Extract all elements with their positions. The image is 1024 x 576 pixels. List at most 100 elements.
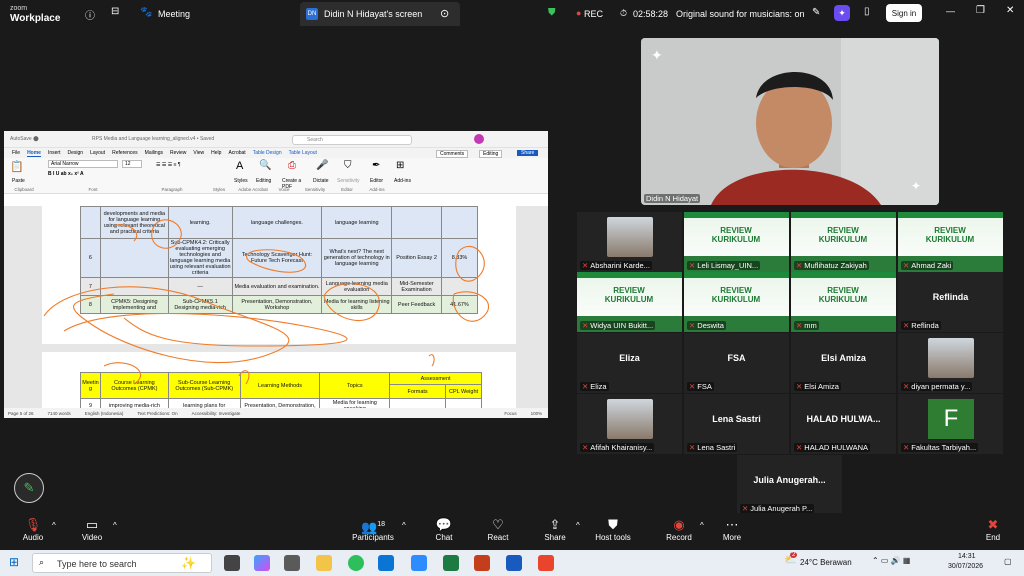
participant-tile[interactable]: REVIEW KURIKULUM ✕ Ahmad Zaki xyxy=(898,212,1003,272)
host-tools-button[interactable]: ⛊ Host tools xyxy=(588,517,638,542)
share-options-icon[interactable]: ^ xyxy=(576,521,580,530)
participants-button[interactable]: 👥18 Participants xyxy=(348,517,398,542)
more-button[interactable]: ⋯ More xyxy=(707,517,757,542)
participants-options-icon[interactable]: ^ xyxy=(402,521,406,530)
windows-start-icon[interactable]: ⊞ xyxy=(9,555,19,569)
tab-screen[interactable]: DN Didin N Hidayat's screen ⊙ xyxy=(300,2,460,26)
participant-tile[interactable]: Elsi Amiza ✕ Elsi Amiza xyxy=(791,333,896,393)
panel-icon[interactable]: ▯ xyxy=(864,6,870,17)
participant-tile[interactable]: HALAD HULWA... ✕ HALAD HULWANA xyxy=(791,394,896,454)
user-avatar[interactable] xyxy=(474,134,484,144)
word-menu-item[interactable]: File xyxy=(12,150,20,156)
addins-icon[interactable]: ⊞ xyxy=(396,160,404,171)
word-menu-item[interactable]: Acrobat xyxy=(228,150,245,156)
chat-button[interactable]: 💬 Chat xyxy=(419,517,469,542)
participant-tile[interactable]: Lena Sastri ✕ Lena Sastri xyxy=(684,394,789,454)
participant-tile[interactable]: Reflinda ✕ Reflinda xyxy=(898,272,1003,332)
file-explorer-icon[interactable] xyxy=(316,555,332,571)
powerpoint-icon[interactable] xyxy=(474,555,490,571)
clock-date[interactable]: 30/07/2026 xyxy=(948,563,983,570)
sound-label[interactable]: Original sound for musicians: on xyxy=(676,9,805,19)
weather-text[interactable]: 24°C Berawan xyxy=(800,558,852,567)
record-options-icon[interactable]: ^ xyxy=(700,521,704,530)
styles-icon[interactable]: A xyxy=(236,160,243,172)
word-menu-item[interactable]: Table Layout xyxy=(289,150,317,156)
taskbar-search[interactable]: ⌕ Type here to search ✨ xyxy=(32,553,212,573)
participant-tile[interactable]: FSA ✕ FSA xyxy=(684,333,789,393)
word-menu-item[interactable]: Home xyxy=(27,150,41,157)
word-icon[interactable] xyxy=(506,555,522,571)
word-menu-item[interactable]: References xyxy=(112,150,138,156)
participant-tile[interactable]: REVIEW KURIKULUM ✕ Muflihatuz Zakiyah xyxy=(791,212,896,272)
share-button[interactable]: ⇪ Share xyxy=(530,517,580,542)
word-menu-item[interactable]: Design xyxy=(67,150,83,156)
sensitivity-icon[interactable]: ⛉ xyxy=(344,160,352,171)
react-button[interactable]: ♡ React xyxy=(473,517,523,542)
autosave-icon[interactable]: AutoSave ⬤ xyxy=(10,136,39,142)
tray-icons[interactable]: ⌃ ▭ 🔊 ▦ xyxy=(872,556,910,565)
status-item[interactable]: Accessibility: Investigate xyxy=(192,411,241,416)
participant-tile[interactable]: Julia Anugerah... ✕ Julia Anugerah P... xyxy=(737,455,842,515)
grid-view-icon[interactable]: ⊟ xyxy=(111,6,119,17)
status-item[interactable]: 100% xyxy=(531,411,543,416)
minimize-icon[interactable]: — xyxy=(946,6,955,16)
sign-in-button[interactable]: Sign in xyxy=(886,4,922,22)
editor-icon[interactable]: ✒ xyxy=(372,160,380,171)
copilot-icon[interactable] xyxy=(254,555,270,571)
participant-tile[interactable]: REVIEW KURIKULUM ✕ Widya UIN Bukitt... xyxy=(577,272,682,332)
participant-tile[interactable]: REVIEW KURIKULUM ✕ Leli Lismay_UIN... xyxy=(684,212,789,272)
word-menu-item[interactable]: Mailings xyxy=(145,150,163,156)
tab-meeting[interactable]: Meeting xyxy=(158,9,190,19)
end-button[interactable]: ✖ End xyxy=(968,517,1018,542)
paragraph-buttons[interactable]: ☰ ☰ ☰ ≡ ¶ xyxy=(156,162,181,168)
format-buttons[interactable]: B I U ab x₂ x² A xyxy=(48,171,84,177)
status-item[interactable]: Focus xyxy=(504,411,516,416)
chrome-icon[interactable] xyxy=(348,555,364,571)
edge-icon[interactable] xyxy=(378,555,394,571)
comments-button[interactable]: Comments xyxy=(436,150,469,158)
notification-icon[interactable]: ▢ xyxy=(1004,557,1012,566)
word-menu-item[interactable]: View xyxy=(193,150,204,156)
restore-icon[interactable]: ❐ xyxy=(976,5,985,16)
pdf-icon[interactable]: ⎙ xyxy=(288,160,296,171)
audio-button[interactable]: 🎙 Audio xyxy=(8,517,58,542)
share-doc-button[interactable]: Share xyxy=(517,150,539,156)
participant-tile[interactable]: REVIEW KURIKULUM ✕ mm xyxy=(791,272,896,332)
more-icon[interactable]: ⊙ xyxy=(440,7,449,20)
widgets-icon[interactable] xyxy=(284,555,300,571)
participant-tile[interactable]: F ✕ Fakultas Tarbiyah... xyxy=(898,394,1003,454)
word-menu-item[interactable]: Table Design xyxy=(253,150,282,156)
rec-label[interactable]: REC xyxy=(584,9,603,19)
video-options-icon[interactable]: ^ xyxy=(113,521,117,530)
word-search-input[interactable]: Search xyxy=(292,135,412,145)
shield-icon[interactable]: ⛊ xyxy=(548,7,556,18)
word-menu-item[interactable]: Review xyxy=(170,150,186,156)
task-view-icon[interactable] xyxy=(224,555,240,571)
clock-time[interactable]: 14:31 xyxy=(958,553,976,560)
record-button[interactable]: ◉ Record xyxy=(654,517,704,542)
magic-wand-icon[interactable]: ✎ xyxy=(812,7,820,18)
word-menu-item[interactable]: Layout xyxy=(90,150,105,156)
acrobat-icon[interactable] xyxy=(538,555,554,571)
video-button[interactable]: ▭ Video xyxy=(67,517,117,542)
excel-icon[interactable] xyxy=(443,555,459,571)
size-select[interactable]: 12 xyxy=(122,160,142,168)
editing-mode-button[interactable]: Editing xyxy=(479,150,503,158)
close-icon[interactable]: ✕ xyxy=(1006,5,1014,16)
participant-tile[interactable]: ✕ diyan permata y... xyxy=(898,333,1003,393)
paste-icon[interactable]: 📋 xyxy=(10,160,24,173)
zoom-taskbar-icon[interactable] xyxy=(411,555,427,571)
dictate-icon[interactable]: 🎤 xyxy=(316,160,328,171)
info-icon[interactable]: ⓘ xyxy=(85,7,95,22)
editing-icon[interactable]: 🔍 xyxy=(259,160,271,171)
ai-companion-icon[interactable]: ✦ xyxy=(834,5,850,21)
participant-tile[interactable]: REVIEW KURIKULUM ✕ Deswita xyxy=(684,272,789,332)
participant-tile[interactable]: ✕ Absharini Karde... xyxy=(577,212,682,272)
word-menu-item[interactable]: Help xyxy=(211,150,221,156)
participant-tile[interactable]: ✕ Afifah Khairanisy... xyxy=(577,394,682,454)
font-select[interactable]: Arial Narrow xyxy=(48,160,118,168)
word-menu-item[interactable]: Insert xyxy=(48,150,61,156)
audio-options-icon[interactable]: ^ xyxy=(52,521,56,530)
annotate-button[interactable]: ✎ xyxy=(14,473,44,503)
participant-tile[interactable]: Eliza ✕ Eliza xyxy=(577,333,682,393)
